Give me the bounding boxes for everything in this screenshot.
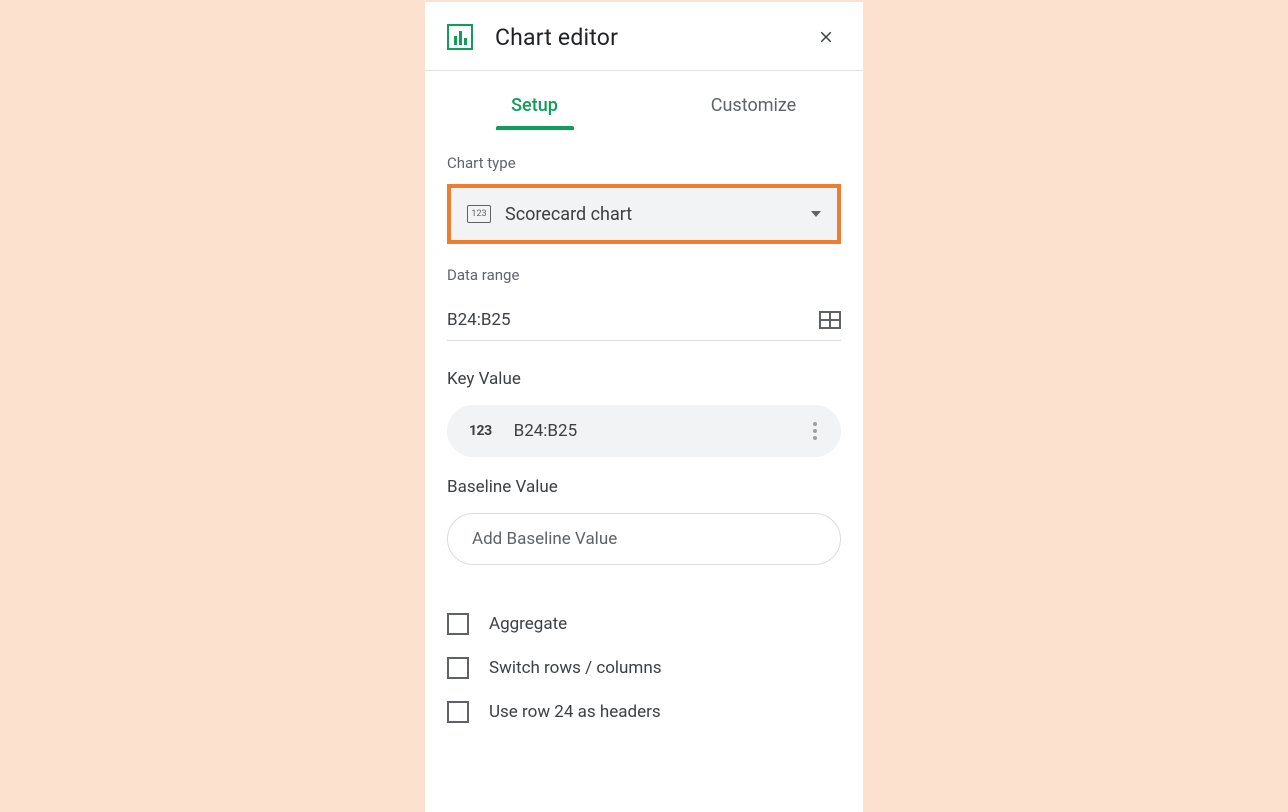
data-range-label: Data range bbox=[447, 266, 841, 284]
grid-cell-icon bbox=[830, 320, 840, 328]
number-icon: 123 bbox=[469, 423, 492, 439]
tab-customize[interactable]: Customize bbox=[644, 85, 863, 130]
key-value-text: B24:B25 bbox=[514, 421, 809, 441]
switch-rows-checkbox-row[interactable]: Switch rows / columns bbox=[447, 657, 841, 679]
grid-cell-icon bbox=[830, 312, 840, 320]
tab-setup[interactable]: Setup bbox=[425, 85, 644, 130]
chart-type-value: Scorecard chart bbox=[505, 204, 811, 225]
aggregate-checkbox-row[interactable]: Aggregate bbox=[447, 613, 841, 635]
grid-cell-icon bbox=[820, 320, 830, 328]
data-range-row: B24:B25 bbox=[447, 296, 841, 341]
add-baseline-button[interactable]: Add Baseline Value bbox=[447, 513, 841, 565]
chart-type-label: Chart type bbox=[447, 154, 841, 172]
scorecard-icon: 123 bbox=[467, 205, 491, 223]
chart-editor-panel: Chart editor Setup Customize Chart type … bbox=[425, 2, 863, 812]
close-icon bbox=[817, 28, 835, 46]
grid-cell-icon bbox=[820, 312, 830, 320]
aggregate-label: Aggregate bbox=[489, 614, 567, 634]
close-button[interactable] bbox=[811, 22, 841, 52]
key-value-more-button[interactable] bbox=[809, 418, 821, 444]
baseline-value-label: Baseline Value bbox=[447, 477, 841, 497]
use-row-headers-label: Use row 24 as headers bbox=[489, 702, 661, 722]
checkbox-icon bbox=[447, 701, 469, 723]
checkbox-icon bbox=[447, 613, 469, 635]
checkbox-icon bbox=[447, 657, 469, 679]
key-value-label: Key Value bbox=[447, 369, 841, 389]
chart-type-highlight: 123 Scorecard chart bbox=[447, 184, 841, 244]
panel-header: Chart editor bbox=[425, 2, 863, 71]
tab-bar: Setup Customize bbox=[425, 71, 863, 130]
dot-icon bbox=[813, 429, 817, 433]
data-range-input[interactable]: B24:B25 bbox=[447, 310, 819, 330]
chart-type-dropdown[interactable]: 123 Scorecard chart bbox=[451, 188, 837, 240]
dot-icon bbox=[813, 436, 817, 440]
select-range-button[interactable] bbox=[819, 311, 841, 329]
chart-icon bbox=[447, 24, 473, 50]
switch-rows-label: Switch rows / columns bbox=[489, 658, 662, 678]
key-value-chip[interactable]: 123 B24:B25 bbox=[447, 405, 841, 457]
use-row-headers-checkbox-row[interactable]: Use row 24 as headers bbox=[447, 701, 841, 723]
chevron-down-icon bbox=[811, 211, 821, 217]
panel-title: Chart editor bbox=[495, 24, 811, 51]
dot-icon bbox=[813, 422, 817, 426]
setup-content: Chart type 123 Scorecard chart Data rang… bbox=[425, 130, 863, 812]
